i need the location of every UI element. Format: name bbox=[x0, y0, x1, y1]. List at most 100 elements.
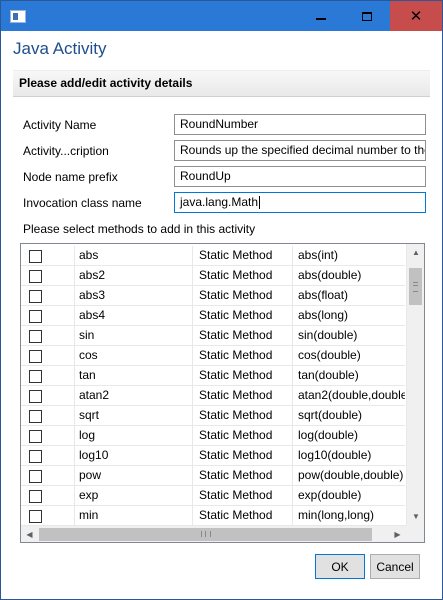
method-select-cell bbox=[21, 466, 73, 485]
method-signature: sqrt(double) bbox=[292, 406, 405, 425]
maximize-button[interactable] bbox=[344, 1, 390, 31]
method-row[interactable]: cos Static Method cos(double) bbox=[21, 346, 405, 366]
app-icon bbox=[10, 10, 26, 23]
methods-grid[interactable]: abs Static Method abs(int) abs2 Static Metho… bbox=[20, 243, 425, 543]
cancel-button[interactable]: Cancel bbox=[370, 554, 420, 579]
method-signature: cos(double) bbox=[292, 346, 405, 365]
scroll-left-icon[interactable]: ◀ bbox=[21, 526, 38, 542]
method-select-cell bbox=[21, 426, 73, 445]
method-checkbox[interactable] bbox=[29, 390, 42, 403]
method-name: sin bbox=[74, 326, 191, 345]
scroll-up-icon[interactable]: ▲ bbox=[407, 244, 424, 261]
method-select-cell bbox=[21, 306, 73, 325]
method-type: Static Method bbox=[192, 326, 291, 345]
close-icon: ✕ bbox=[409, 6, 423, 25]
dialog-title: Java Activity bbox=[13, 39, 107, 58]
method-checkbox[interactable] bbox=[29, 270, 42, 283]
method-type: Static Method bbox=[192, 246, 291, 265]
method-name: pow bbox=[74, 466, 191, 485]
method-type: Static Method bbox=[192, 266, 291, 285]
invocation-class-name-value: java.lang.Math bbox=[180, 195, 259, 209]
method-select-cell bbox=[21, 346, 73, 365]
text-caret bbox=[259, 196, 261, 210]
method-row[interactable]: tan Static Method tan(double) bbox=[21, 366, 405, 386]
method-row[interactable]: abs4 Static Method abs(long) bbox=[21, 306, 405, 326]
activity-name-field[interactable]: RoundNumber bbox=[174, 114, 426, 135]
method-name: abs3 bbox=[74, 286, 191, 305]
method-select-cell bbox=[21, 286, 73, 305]
method-type: Static Method bbox=[192, 286, 291, 305]
minimize-button[interactable] bbox=[298, 1, 344, 31]
vertical-scrollbar[interactable]: ▲ ▼ bbox=[406, 244, 424, 525]
method-name: abs2 bbox=[74, 266, 191, 285]
method-row[interactable]: sqrt Static Method sqrt(double) bbox=[21, 406, 405, 426]
method-name: abs4 bbox=[74, 306, 191, 325]
method-checkbox[interactable] bbox=[29, 290, 42, 303]
method-checkbox[interactable] bbox=[29, 410, 42, 423]
method-select-cell bbox=[21, 366, 73, 385]
method-signature: sin(double) bbox=[292, 326, 405, 345]
method-signature: log(double) bbox=[292, 426, 405, 445]
method-checkbox[interactable] bbox=[29, 430, 42, 443]
method-type: Static Method bbox=[192, 306, 291, 325]
vertical-scroll-thumb[interactable] bbox=[409, 268, 422, 305]
method-row[interactable]: exp Static Method exp(double) bbox=[21, 486, 405, 506]
method-signature: log10(double) bbox=[292, 446, 405, 465]
method-checkbox[interactable] bbox=[29, 510, 42, 523]
method-checkbox[interactable] bbox=[29, 370, 42, 383]
activity-description-label: Activity...cription bbox=[23, 144, 109, 158]
method-row[interactable]: abs3 Static Method abs(float) bbox=[21, 286, 405, 306]
method-signature: tan(double) bbox=[292, 366, 405, 385]
method-select-cell bbox=[21, 486, 73, 505]
method-type: Static Method bbox=[192, 506, 291, 525]
method-checkbox[interactable] bbox=[29, 250, 42, 263]
method-checkbox[interactable] bbox=[29, 490, 42, 503]
method-row[interactable]: sin Static Method sin(double) bbox=[21, 326, 405, 346]
method-type: Static Method bbox=[192, 466, 291, 485]
invocation-class-name-field[interactable]: java.lang.Math bbox=[174, 192, 426, 213]
method-type: Static Method bbox=[192, 366, 291, 385]
close-button[interactable]: ✕ bbox=[390, 1, 442, 31]
method-name: log bbox=[74, 426, 191, 445]
methods-caption: Please select methods to add in this act… bbox=[23, 222, 256, 236]
activity-name-value: RoundNumber bbox=[180, 117, 259, 131]
activity-name-label: Activity Name bbox=[23, 118, 97, 132]
horizontal-scrollbar[interactable]: ◀ ▶ bbox=[21, 525, 406, 542]
method-checkbox[interactable] bbox=[29, 310, 42, 323]
method-row[interactable]: abs Static Method abs(int) bbox=[21, 246, 405, 266]
method-type: Static Method bbox=[192, 426, 291, 445]
scroll-down-icon[interactable]: ▼ bbox=[407, 508, 424, 525]
method-type: Static Method bbox=[192, 446, 291, 465]
method-signature: pow(double,double) bbox=[292, 466, 405, 485]
method-checkbox[interactable] bbox=[29, 350, 42, 363]
method-row[interactable]: min Static Method min(long,long) bbox=[21, 506, 405, 526]
method-row[interactable]: log10 Static Method log10(double) bbox=[21, 446, 405, 466]
invocation-class-name-label: Invocation class name bbox=[23, 196, 142, 210]
method-type: Static Method bbox=[192, 406, 291, 425]
method-row[interactable]: atan2 Static Method atan2(double,double) bbox=[21, 386, 405, 406]
method-signature: min(long,long) bbox=[292, 506, 405, 525]
method-select-cell bbox=[21, 506, 73, 525]
method-checkbox[interactable] bbox=[29, 330, 42, 343]
method-name: exp bbox=[74, 486, 191, 505]
scroll-right-icon[interactable]: ▶ bbox=[389, 526, 406, 542]
node-name-prefix-field[interactable]: RoundUp bbox=[174, 166, 426, 187]
activity-description-field[interactable]: Rounds up the specified decimal number t… bbox=[174, 140, 426, 161]
method-row[interactable]: abs2 Static Method abs(double) bbox=[21, 266, 405, 286]
method-name: tan bbox=[74, 366, 191, 385]
method-row[interactable]: log Static Method log(double) bbox=[21, 426, 405, 446]
method-signature: abs(long) bbox=[292, 306, 405, 325]
method-checkbox[interactable] bbox=[29, 450, 42, 463]
method-name: sqrt bbox=[74, 406, 191, 425]
scrollbar-corner bbox=[406, 525, 424, 542]
method-checkbox[interactable] bbox=[29, 470, 42, 483]
title-bar[interactable]: ✕ bbox=[1, 1, 442, 31]
method-type: Static Method bbox=[192, 346, 291, 365]
method-select-cell bbox=[21, 266, 73, 285]
methods-grid-rows: abs Static Method abs(int) abs2 Static Metho… bbox=[21, 246, 405, 526]
method-row[interactable]: pow Static Method pow(double,double) bbox=[21, 466, 405, 486]
ok-button[interactable]: OK bbox=[315, 554, 365, 579]
maximize-icon bbox=[362, 11, 372, 21]
section-header: Please add/edit activity details bbox=[13, 70, 430, 97]
horizontal-scroll-thumb[interactable] bbox=[39, 528, 372, 541]
